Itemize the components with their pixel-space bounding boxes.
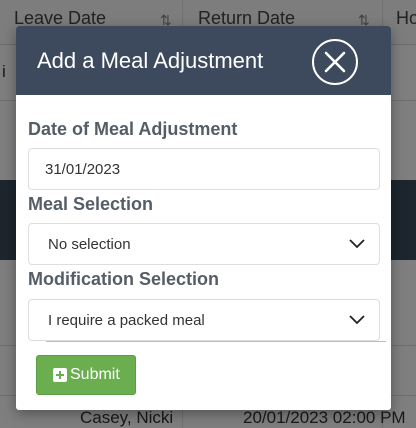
dropdown-underline [46, 341, 386, 342]
submit-button[interactable]: Submit [36, 355, 136, 395]
submit-label: Submit [70, 366, 120, 383]
modal-header: Add a Meal Adjustment [16, 26, 391, 95]
close-icon [324, 51, 346, 73]
meal-selection-label: Meal Selection [28, 194, 154, 214]
close-button[interactable] [312, 39, 358, 85]
date-input[interactable]: 31/01/2023 [28, 148, 380, 190]
meal-selection-value: No selection [48, 236, 131, 253]
chevron-down-icon [349, 239, 365, 249]
date-label: Date of Meal Adjustment [28, 119, 238, 139]
modification-selection-dropdown[interactable]: I require a packed meal [28, 299, 386, 342]
modification-selection-value: I require a packed meal [48, 312, 205, 329]
meal-selection-dropdown[interactable]: No selection [28, 223, 380, 265]
date-value: 31/01/2023 [45, 161, 121, 178]
plus-square-icon [53, 368, 67, 382]
meal-adjustment-modal: Add a Meal Adjustment Date of Meal Adjus… [16, 26, 391, 410]
modification-selection-label: Modification Selection [28, 269, 220, 289]
modal-title: Add a Meal Adjustment [37, 48, 264, 73]
chevron-down-icon [349, 315, 365, 325]
